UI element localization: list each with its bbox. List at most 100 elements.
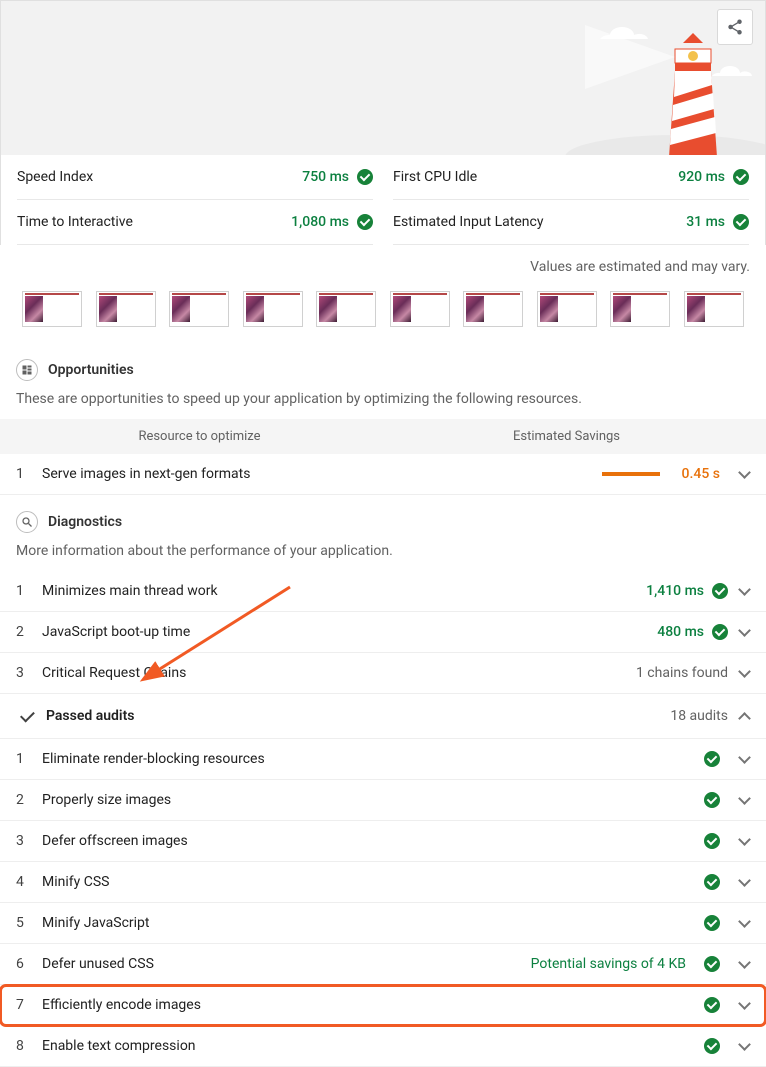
pass-icon [733, 169, 749, 185]
opportunities-icon [16, 359, 38, 381]
passed-title: Passed audits [46, 708, 660, 724]
chevron-down-icon [738, 667, 750, 679]
metric-value: 750 ms [302, 169, 349, 185]
pass-icon [733, 214, 749, 230]
filmstrip-frame [316, 291, 376, 327]
row-number: 8 [16, 1038, 32, 1054]
diagnostics-desc: More information about the performance o… [0, 543, 766, 571]
passed-audit-row[interactable]: 3 Defer offscreen images [0, 821, 766, 862]
pass-icon [704, 874, 720, 890]
metric-label: First CPU Idle [393, 169, 477, 185]
row-number: 3 [16, 665, 32, 681]
opportunities-desc: These are opportunities to speed up your… [0, 391, 766, 419]
chevron-down-icon [738, 753, 750, 765]
metric-label: Time to Interactive [17, 214, 133, 230]
opportunities-table-head: Resource to optimize Estimated Savings [0, 419, 766, 454]
row-title: Efficiently encode images [42, 997, 686, 1013]
pass-icon [704, 956, 720, 972]
opportunities-header: Opportunities [0, 353, 766, 391]
pass-icon [704, 915, 720, 931]
pass-icon [357, 214, 373, 230]
chevron-down-icon [738, 794, 750, 806]
metric-value: 920 ms [678, 169, 725, 185]
filmstrip-frame [96, 291, 156, 327]
row-number: 6 [16, 956, 32, 972]
magnifier-icon [16, 511, 38, 533]
row-title: JavaScript boot-up time [42, 624, 647, 640]
row-title: Defer offscreen images [42, 833, 686, 849]
metric-value: 1,080 ms [291, 214, 349, 230]
row-title: Enable text compression [42, 1038, 686, 1054]
chevron-down-icon [738, 1040, 750, 1052]
savings-value: 0.45 s [682, 466, 720, 482]
opp-head-left: Resource to optimize [16, 429, 383, 444]
metric-input-latency: Estimated Input Latency 31 ms [393, 200, 749, 245]
pass-icon [357, 169, 373, 185]
opp-head-right: Estimated Savings [383, 429, 750, 444]
pass-icon [712, 583, 728, 599]
opportunity-row[interactable]: 1 Serve images in next-gen formats 0.45 … [0, 454, 766, 495]
row-title: Serve images in next-gen formats [42, 466, 550, 482]
section-title: Diagnostics [48, 514, 122, 530]
row-title: Critical Request Chains [42, 665, 626, 681]
pass-icon [704, 833, 720, 849]
chevron-up-icon [738, 710, 750, 722]
row-title: Eliminate render-blocking resources [42, 751, 686, 767]
chevron-down-icon [738, 917, 750, 929]
filmstrip-frame [684, 291, 744, 327]
row-number: 1 [16, 583, 32, 599]
filmstrip-frame [610, 291, 670, 327]
chevron-down-icon [738, 876, 750, 888]
row-title: Minify JavaScript [42, 915, 686, 931]
row-number: 7 [16, 997, 32, 1013]
section-title: Opportunities [48, 362, 134, 378]
pass-icon [704, 751, 720, 767]
row-number: 3 [16, 833, 32, 849]
lighthouse-illustration [565, 17, 765, 155]
row-number: 1 [16, 751, 32, 767]
filmstrip [0, 285, 766, 353]
check-icon [16, 706, 36, 726]
row-number: 2 [16, 624, 32, 640]
row-number: 5 [16, 915, 32, 931]
row-extra: Potential savings of 4 KB [531, 956, 686, 972]
diagnostic-row[interactable]: 3 Critical Request Chains 1 chains found [0, 653, 766, 694]
row-title: Minimizes main thread work [42, 583, 636, 599]
filmstrip-frame [169, 291, 229, 327]
filmstrip-frame [537, 291, 597, 327]
row-value: 1,410 ms [646, 583, 728, 599]
passed-audit-row[interactable]: 6 Defer unused CSS Potential savings of 4 … [0, 944, 766, 985]
row-title: Defer unused CSS [42, 956, 521, 972]
row-title: Properly size images [42, 792, 686, 808]
passed-audit-row[interactable]: 8 Enable text compression [0, 1026, 766, 1067]
metric-label: Estimated Input Latency [393, 214, 543, 230]
filmstrip-frame [22, 291, 82, 327]
row-value: 480 ms [657, 624, 728, 640]
chevron-down-icon [738, 585, 750, 597]
filmstrip-frame [243, 291, 303, 327]
passed-count: 18 audits [670, 708, 728, 724]
passed-audit-row[interactable]: 5 Minify JavaScript [0, 903, 766, 944]
metric-first-cpu-idle: First CPU Idle 920 ms [393, 155, 749, 200]
pass-icon [704, 1038, 720, 1054]
passed-audits-toggle[interactable]: Passed audits 18 audits [0, 694, 766, 739]
filmstrip-frame [390, 291, 450, 327]
metric-speed-index: Speed Index 750 ms [17, 155, 373, 200]
diagnostic-row[interactable]: 2 JavaScript boot-up time 480 ms [0, 612, 766, 653]
filmstrip-frame [463, 291, 523, 327]
row-value: 1 chains found [636, 665, 728, 681]
passed-audit-row[interactable]: 2Properly size images [0, 780, 766, 821]
passed-audit-row[interactable]: 4Minify CSS [0, 862, 766, 903]
passed-audit-row[interactable]: 7 Efficiently encode images [0, 985, 766, 1026]
diagnostic-row[interactable]: 1 Minimizes main thread work 1,410 ms [0, 571, 766, 612]
chevron-down-icon [738, 835, 750, 847]
chevron-down-icon [738, 468, 750, 480]
metrics-grid: Speed Index 750 ms Time to Interactive 1… [0, 155, 766, 245]
savings-bar [560, 472, 660, 476]
passed-audit-row[interactable]: 1 Eliminate render-blocking resources [0, 739, 766, 780]
row-number: 4 [16, 874, 32, 890]
row-number: 1 [16, 466, 32, 482]
chevron-down-icon [738, 626, 750, 638]
metric-label: Speed Index [17, 169, 93, 185]
diagnostics-header: Diagnostics [0, 495, 766, 543]
